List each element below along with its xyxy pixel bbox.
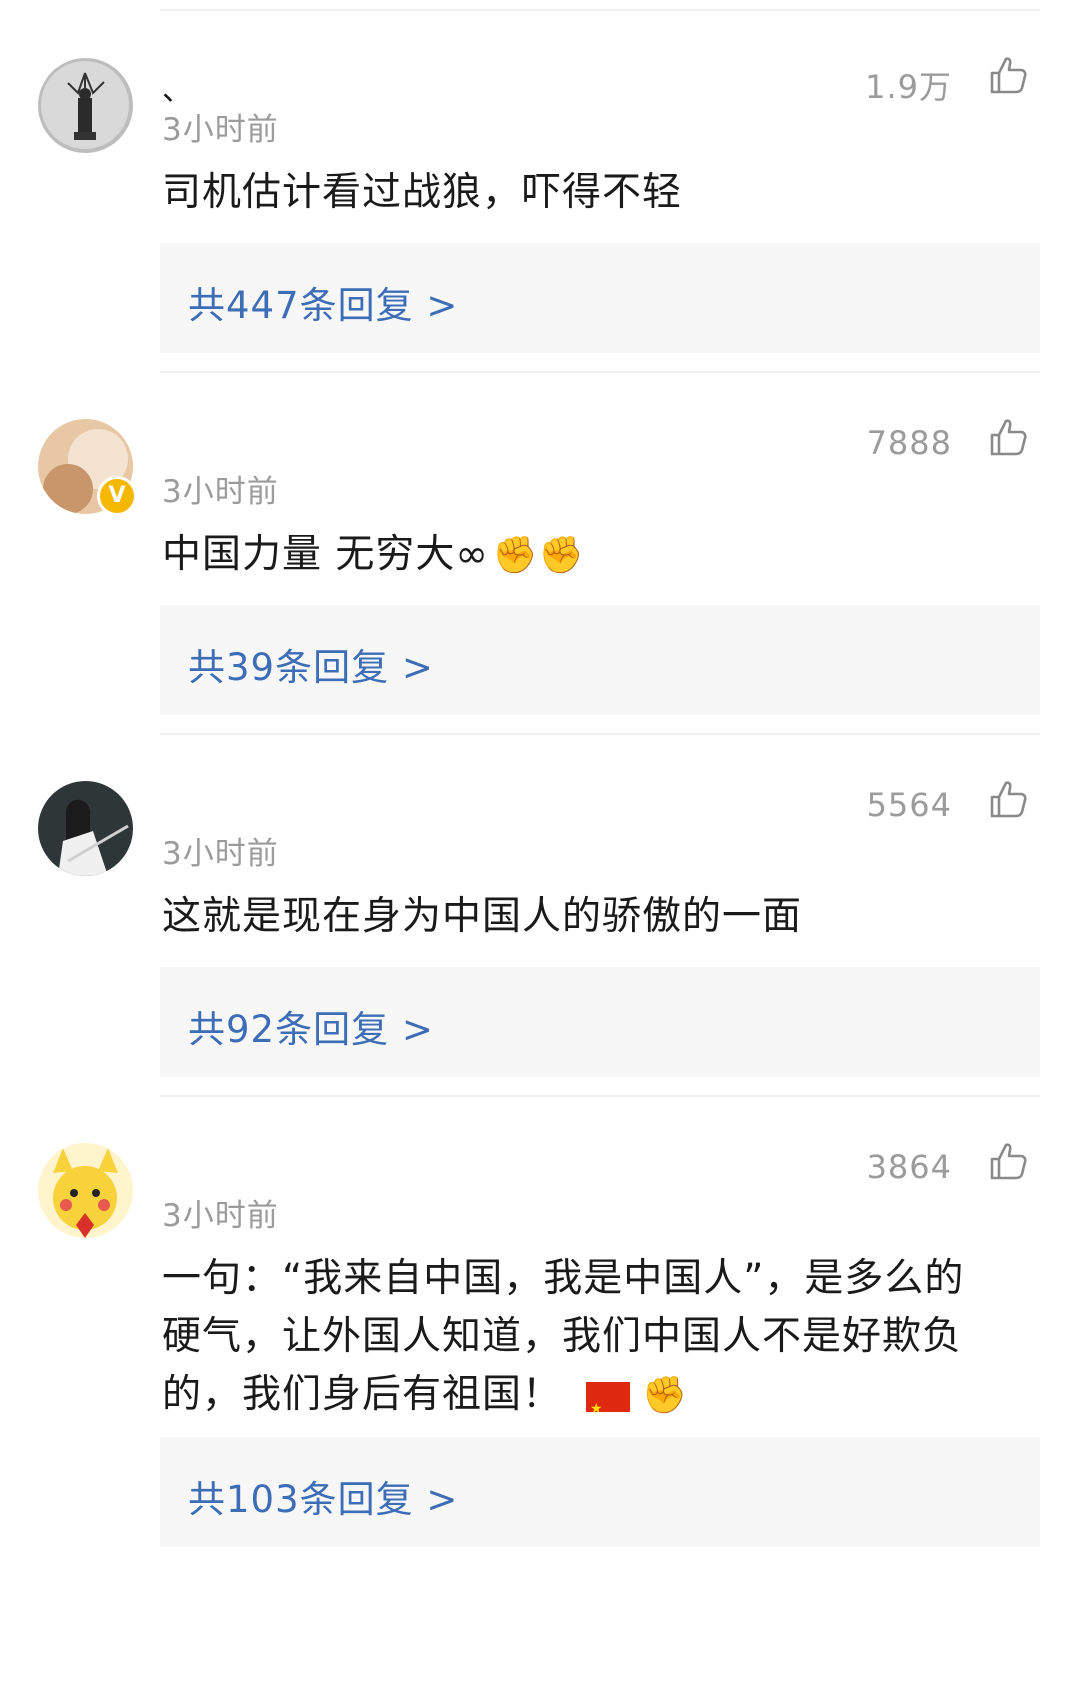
comment-text-line-body: 的，我们身后有祖国！ xyxy=(162,1372,563,1417)
divider xyxy=(160,9,1040,11)
avatar[interactable] xyxy=(38,58,133,153)
comment-feed: 、 1.9万 3小时前 司机估计看过战狼，吓得不轻 共447条回复 > V 78… xyxy=(0,0,1080,1693)
replies-label: 共92条回复 > xyxy=(188,1008,434,1051)
divider xyxy=(160,1095,1040,1097)
avatar-image xyxy=(38,781,133,876)
replies-label: 共39条回复 > xyxy=(188,646,434,689)
replies-label: 共103条回复 > xyxy=(188,1478,459,1521)
divider xyxy=(160,733,1040,735)
username[interactable]: 、 xyxy=(162,65,192,109)
timestamp: 3小时前 xyxy=(162,836,279,872)
view-replies-button[interactable]: 共39条回复 > xyxy=(160,605,1040,715)
like-count: 5564 xyxy=(866,786,952,824)
avatar[interactable]: V xyxy=(38,419,137,516)
comment-text: 一句：“我来自中国，我是中国人”，是多么的 硬气，让外国人知道，我们中国人不是好… xyxy=(162,1250,1032,1438)
comment-text: 中国力量 无穷大∞ ✊✊ xyxy=(162,526,1032,585)
view-replies-button[interactable]: 共103条回复 > xyxy=(160,1437,1040,1547)
comment-text: 司机估计看过战狼，吓得不轻 xyxy=(162,170,683,215)
comment-text-body: 中国力量 无穷大∞ xyxy=(162,532,489,577)
comment-text-line: 的，我们身后有祖国！ ✊ xyxy=(162,1366,1032,1438)
thumbs-up-outline-icon[interactable] xyxy=(988,1141,1028,1181)
verified-v-badge-icon: V xyxy=(97,476,137,516)
view-replies-button[interactable]: 共92条回复 > xyxy=(160,967,1040,1077)
view-replies-button[interactable]: 共447条回复 > xyxy=(160,243,1040,353)
comment-text-line: 一句：“我来自中国，我是中国人”，是多么的 xyxy=(162,1256,965,1301)
thumbs-up-outline-icon[interactable] xyxy=(988,779,1028,819)
timestamp: 3小时前 xyxy=(162,474,279,510)
comment-text-line: 硬气，让外国人知道，我们中国人不是好欺负 xyxy=(162,1314,963,1359)
timestamp: 3小时前 xyxy=(162,1198,279,1234)
fist-emoji: ✊ xyxy=(642,1375,688,1416)
like-count: 7888 xyxy=(866,424,952,462)
fist-emoji: ✊✊ xyxy=(492,535,585,576)
thumbs-up-outline-icon[interactable] xyxy=(988,55,1028,95)
avatar-image xyxy=(38,1143,133,1238)
comment-text: 这就是现在身为中国人的骄傲的一面 xyxy=(162,894,803,939)
avatar[interactable] xyxy=(38,1143,133,1238)
like-count: 1.9万 xyxy=(865,68,952,106)
divider xyxy=(160,371,1040,373)
like-count: 3864 xyxy=(866,1148,952,1186)
avatar[interactable] xyxy=(38,781,133,876)
avatar-image xyxy=(38,58,133,153)
replies-label: 共447条回复 > xyxy=(188,284,459,327)
thumbs-up-outline-icon[interactable] xyxy=(988,417,1028,457)
china-flag-icon xyxy=(586,1380,631,1438)
timestamp: 3小时前 xyxy=(162,112,279,148)
